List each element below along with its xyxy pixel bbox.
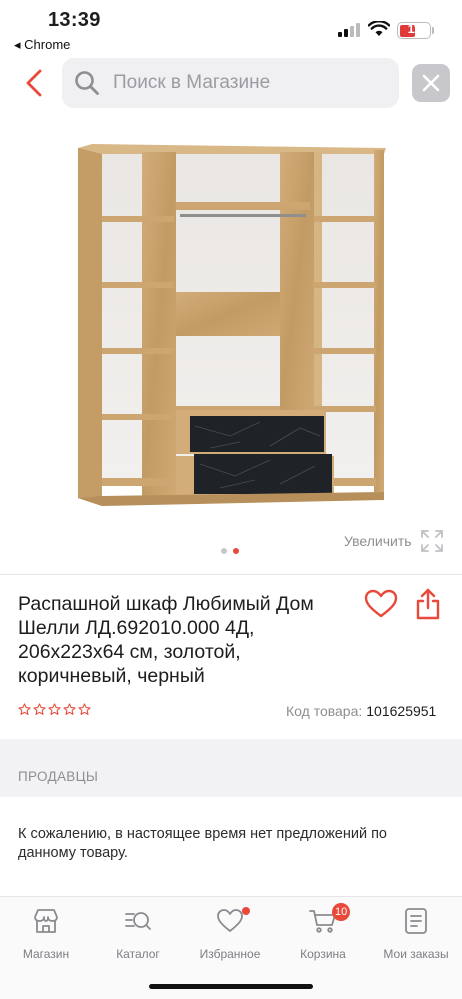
- battery-icon: 11: [397, 22, 431, 39]
- zoom-button[interactable]: Увеличить: [344, 528, 444, 554]
- status-time: 13:39: [48, 9, 101, 31]
- favorites-notification-dot: [242, 907, 250, 915]
- favorite-heart-icon[interactable]: [364, 589, 398, 619]
- cellular-signal-icon: [338, 23, 360, 37]
- product-image[interactable]: [70, 136, 392, 512]
- back-to-app-link[interactable]: ◂ Chrome: [14, 37, 70, 53]
- tab-cart[interactable]: 10 Корзина: [277, 903, 369, 965]
- star-icon: [63, 703, 76, 715]
- tab-label: Корзина: [300, 947, 346, 961]
- search-input[interactable]: Поиск в Магазине: [62, 58, 399, 108]
- gallery-pagination: [221, 548, 239, 554]
- product-rating[interactable]: [18, 703, 91, 716]
- clear-search-button[interactable]: [412, 64, 450, 102]
- tab-label: Магазин: [22, 947, 70, 961]
- star-icon: [78, 703, 91, 715]
- close-icon: [422, 74, 440, 92]
- battery-cap: [432, 27, 434, 34]
- tab-favorites[interactable]: Избранное: [184, 905, 276, 965]
- search-placeholder: Поиск в Магазине: [113, 72, 271, 93]
- sellers-header: ПРОДАВЦЫ: [0, 739, 462, 797]
- heart-icon: [217, 909, 243, 932]
- status-bar: 13:39 ◂ Chrome 11: [0, 0, 462, 54]
- divider: [0, 574, 462, 575]
- sellers-section-title: ПРОДАВЦЫ: [18, 769, 99, 784]
- wifi-icon: [368, 21, 390, 36]
- search-icon: [75, 71, 99, 95]
- product-code: Код товара: 101625951: [286, 703, 436, 719]
- expand-icon: [420, 530, 443, 552]
- no-offers-message: К сожалению, в настоящее время нет предл…: [18, 826, 387, 861]
- star-icon: [33, 703, 46, 715]
- product-code-label: Код товара:: [286, 703, 363, 719]
- share-icon[interactable]: [414, 588, 442, 620]
- battery-level: 11: [407, 22, 421, 36]
- tab-label: Избранное: [199, 947, 261, 961]
- search-header: Поиск в Магазине: [0, 56, 462, 112]
- store-icon: [34, 909, 58, 933]
- cart-count-badge: 10: [332, 903, 351, 921]
- product-code-value: 101625951: [366, 703, 437, 719]
- tab-label: Мои заказы: [383, 947, 449, 961]
- gallery-dot[interactable]: [221, 548, 227, 554]
- product-title: Распашной шкаф Любимый Дом Шелли ЛД.6920…: [18, 593, 314, 687]
- tab-catalog[interactable]: Каталог: [92, 905, 184, 965]
- home-indicator: [149, 984, 313, 989]
- catalog-search-icon: [125, 912, 151, 930]
- tab-orders[interactable]: Мои заказы: [370, 905, 462, 965]
- orders-icon: [405, 908, 427, 934]
- star-icon: [48, 703, 61, 715]
- tab-label: Каталог: [116, 947, 160, 961]
- zoom-label: Увеличить: [344, 533, 412, 549]
- tab-store[interactable]: Магазин: [0, 905, 92, 965]
- star-icon: [18, 703, 31, 715]
- back-arrow-icon[interactable]: [22, 68, 48, 98]
- gallery-dot-active[interactable]: [233, 548, 239, 554]
